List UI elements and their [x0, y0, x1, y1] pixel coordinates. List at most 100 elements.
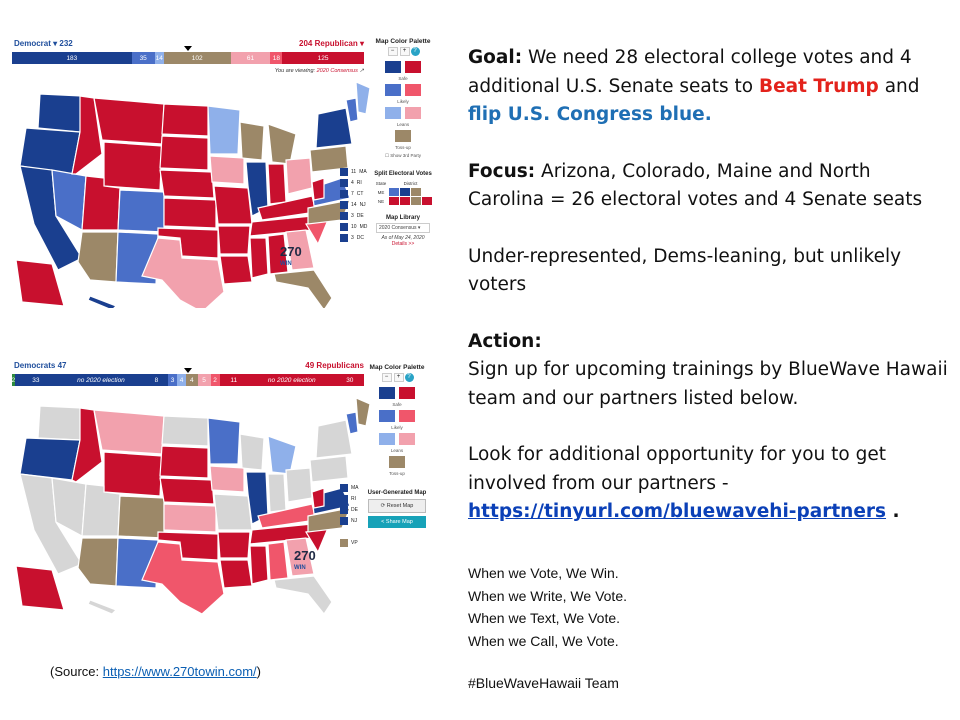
plus-button[interactable]: + [393, 373, 404, 382]
focus-label: Focus: [468, 160, 536, 182]
bar-safe-rep[interactable]: 125 [282, 52, 364, 64]
under-represented-paragraph: Under-represented, Dems-leaning, but unl… [468, 245, 902, 296]
source-link[interactable]: https://www.270towin.com/ [103, 664, 257, 679]
details-link[interactable]: Details >> [372, 241, 434, 247]
swatch-likely-rep[interactable] [405, 84, 421, 96]
state-oh [285, 467, 313, 503]
swatch-tossup[interactable] [395, 130, 411, 142]
state-ks [163, 503, 217, 533]
plus-button[interactable]: + [399, 47, 410, 56]
state-ar [217, 225, 251, 255]
state-ne [159, 169, 215, 199]
state-wv [311, 487, 325, 509]
state-al [267, 541, 289, 581]
share-icon: < [381, 519, 385, 525]
us-electoral-map [15, 81, 371, 308]
state-hi [87, 599, 118, 615]
look-paragraph: Look for additional opportunity for you … [468, 444, 900, 522]
dem-total: 47 [57, 361, 67, 370]
state-in [267, 163, 287, 205]
state-ia [209, 465, 245, 493]
state-wy [103, 451, 163, 497]
small-states-list: MA RI DE NJ VP [340, 484, 359, 550]
reset-map-button[interactable]: ⟳ Reset Map [368, 499, 426, 513]
minus-button[interactable]: − [381, 373, 392, 382]
help-icon[interactable]: ? [410, 47, 420, 56]
rep-total: 204 [299, 39, 313, 48]
rep-total: 49 [305, 361, 315, 370]
bar-leans-rep[interactable]: 61 [230, 52, 271, 64]
split-votes-title: Split Electoral Votes [374, 171, 432, 177]
goal-label: Goal: [468, 47, 523, 68]
state-pa [309, 455, 349, 483]
bar-likely-rep[interactable]: 18 [270, 52, 283, 64]
slogan-line: When we Text, We Vote. [468, 610, 621, 626]
bar-leans-dem[interactable]: 14 [154, 52, 164, 64]
270-marker-icon [184, 46, 192, 51]
state-or [19, 437, 81, 481]
rep-label: Republicans [316, 361, 364, 370]
dem-label: Democrat [14, 39, 51, 48]
dem-label: Democrats [14, 361, 56, 370]
bar-safe-dem[interactable]: 183 [12, 52, 132, 64]
bar-likely-dem[interactable]: 35 [131, 52, 155, 64]
hashtag-text: #BlueWaveHawaii Team [468, 675, 619, 691]
state-ny [315, 419, 353, 459]
state-co [117, 189, 165, 233]
state-az [77, 231, 119, 283]
slogans-list: When we Vote, We Win. When we Write, We … [468, 562, 768, 652]
focus-paragraph: Focus: Arizona, Colorado, Maine and Nort… [468, 160, 923, 211]
beat-trump-text: Beat Trump [758, 75, 879, 97]
map-library-title: Map Library [385, 215, 420, 221]
state-ny [315, 107, 353, 149]
slogan-line: When we Call, We Vote. [468, 632, 619, 649]
senate-seat-bar: 2 33 no 2020 election 8 3 4 4 5 2 11 no … [12, 374, 364, 386]
swatch-likely-dem[interactable] [385, 84, 401, 96]
flip-congress-text: flip U.S. Congress blue. [468, 104, 712, 125]
state-wi [239, 121, 265, 161]
map-color-palette: Map Color Palette − +? Safe Likely Leans … [372, 38, 434, 247]
electoral-map-panel: Democrat ▾ 232 204 Republican ▾ 183 35 1… [12, 38, 432, 308]
state-nd [161, 415, 209, 447]
map-color-palette: Map Color Palette − +? Safe Likely Leans … [366, 364, 428, 531]
share-map-button[interactable]: < Share Map [368, 516, 426, 528]
state-co [117, 495, 165, 539]
electoral-vote-bar: 183 35 14 102 61 18 125 [12, 52, 364, 64]
state-la [219, 255, 253, 285]
source-caption: (Source: https://www.270towin.com/) [50, 664, 261, 679]
state-hi [87, 295, 118, 308]
state-mo [213, 493, 253, 531]
swatch-leans-dem[interactable] [385, 107, 401, 119]
state-ar [217, 531, 251, 559]
goal-paragraph: Goal: We need 28 electoral college votes… [468, 47, 920, 125]
state-me [355, 81, 371, 115]
state-wa [37, 93, 83, 133]
rep-label: Republican [314, 39, 358, 48]
state-sd [159, 445, 209, 479]
bar-tossup[interactable]: 102 [163, 52, 231, 64]
partners-link[interactable]: https://tinyurl.com/bluewavehi-partners [468, 501, 886, 522]
show-third-party-label: Show 3rd Party [390, 153, 422, 158]
state-wi [239, 433, 265, 471]
270towin-logo: 270 WIN [280, 244, 302, 267]
state-mo [213, 185, 253, 225]
control-marker-icon [184, 368, 192, 373]
state-fl [273, 575, 333, 616]
dem-total: 232 [59, 39, 73, 48]
map-library-select[interactable]: 2020 Consensus ▾ [376, 223, 430, 233]
swatch-safe-dem[interactable] [385, 61, 401, 73]
help-icon[interactable]: ? [404, 373, 414, 382]
state-la [219, 559, 253, 589]
swatch-safe-rep[interactable] [405, 61, 421, 73]
270towin-logo: 270 WIN [294, 548, 316, 571]
us-senate-map [15, 397, 371, 616]
state-mt [93, 409, 165, 455]
state-mi [267, 123, 297, 165]
state-ms [249, 237, 269, 279]
state-nd [161, 103, 209, 137]
slogan-line: When we Vote, We Win. [468, 565, 619, 581]
minus-button[interactable]: − [387, 47, 398, 56]
swatch-leans-rep[interactable] [405, 107, 421, 119]
state-ne [159, 477, 215, 505]
split-votes-grid: State District ME NE [372, 179, 434, 205]
